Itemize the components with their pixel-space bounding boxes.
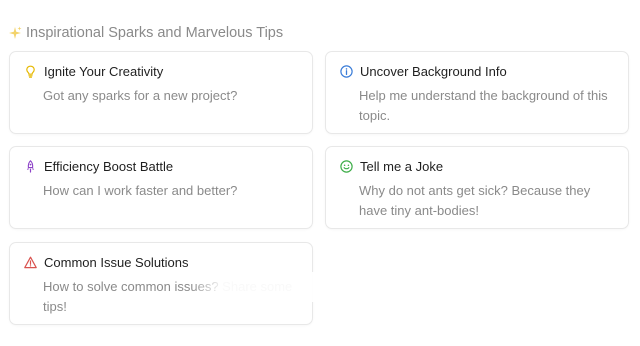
card-title-row: Uncover Background Info [340,64,507,79]
suggestion-card-background-info[interactable]: Uncover Background Info Help me understa… [325,51,629,134]
warning-icon [24,256,37,269]
rocket-icon [24,160,37,173]
section-title: Inspirational Sparks and Marvelous Tips [26,25,284,41]
suggestion-card-joke[interactable]: Tell me a Joke Why do not ants get sick?… [325,146,629,229]
card-title: Ignite Your Creativity [44,64,164,79]
card-description: Got any sparks for a new project? [43,88,238,103]
card-title: Tell me a Joke [360,159,444,174]
info-icon [340,65,353,78]
smile-icon [340,160,353,173]
card-title-row: Tell me a Joke [340,159,443,174]
suggestion-card-creativity[interactable]: Ignite Your Creativity Got any sparks fo… [9,51,313,134]
card-description: Why do not ants get sick? Because they h… [359,183,591,218]
card-description: Help me understand the background of thi… [359,88,608,123]
tips-panel: Inspirational Sparks and Marvelous Tips … [0,0,640,346]
card-title-row: Efficiency Boost Battle [24,159,173,174]
card-title: Common Issue Solutions [44,255,189,270]
lightbulb-icon [24,65,37,78]
card-description: How to solve common issues? Share some t… [43,279,293,314]
card-title-row: Common Issue Solutions [24,255,189,270]
card-description: How can I work faster and better? [43,183,238,198]
sparkle-icon [8,26,22,40]
suggestion-card-common-issues[interactable]: Common Issue Solutions How to solve comm… [9,242,313,325]
card-title-row: Ignite Your Creativity [24,64,163,79]
suggestion-card-efficiency[interactable]: Efficiency Boost Battle How can I work f… [9,146,313,229]
card-title: Efficiency Boost Battle [44,159,174,174]
section-header: Inspirational Sparks and Marvelous Tips [8,22,283,44]
card-title: Uncover Background Info [360,64,507,79]
